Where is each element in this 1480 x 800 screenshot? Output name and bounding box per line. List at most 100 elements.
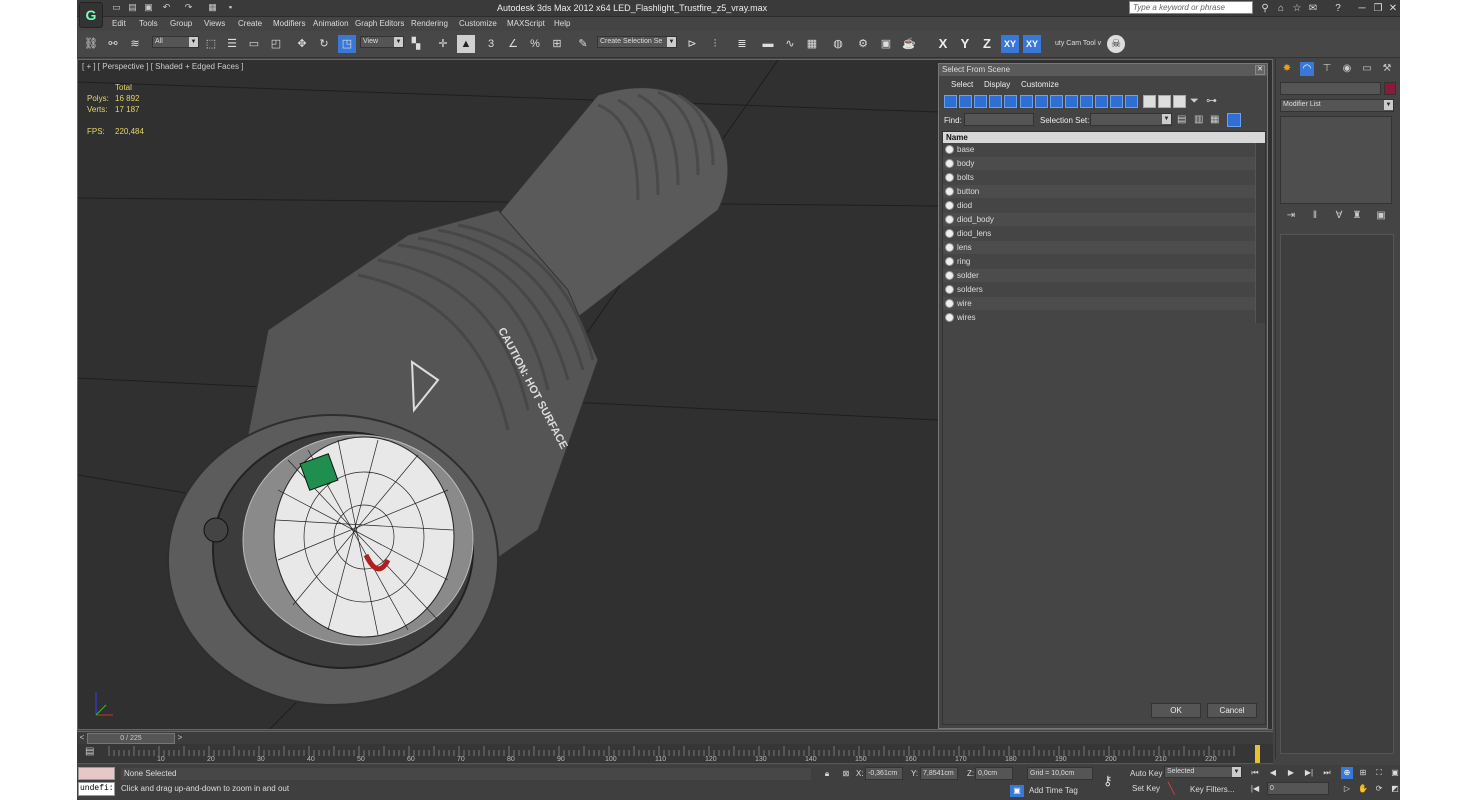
named-selection-sets-dropdown[interactable]: Create Selection Se [597,36,677,48]
z-coord-field[interactable]: 0,0cm [975,767,1013,780]
workspace-icon[interactable]: ▪ [225,2,236,13]
keyboard-shortcut-override-icon[interactable]: ▲ [457,35,475,53]
move-icon[interactable]: ✥ [293,35,311,53]
select-all-icon[interactable]: ▤ [1177,114,1186,125]
list-item[interactable]: diod_lens [943,227,1255,240]
ok-button[interactable]: OK [1151,703,1201,718]
track-bar[interactable]: ▤ 10 20 30 40 50 60 70 80 90 100 110 120… [77,744,1273,764]
filter-icon[interactable]: ⏷ [1190,95,1202,108]
object-name-field[interactable] [1280,82,1381,95]
set-key-filter-icon[interactable]: ╲ [1168,782,1175,795]
menu-create[interactable]: Create [238,19,262,28]
display-hidden-icon[interactable] [1110,95,1123,108]
angle-snap-icon[interactable]: ∠ [504,35,522,53]
project-folder-icon[interactable]: ▦ [207,2,218,13]
minimize-icon[interactable]: ─ [1355,2,1369,15]
select-and-link-icon[interactable]: ⛓ [82,35,100,53]
snap-toggle-icon[interactable]: 3 [482,35,500,53]
help-icon[interactable]: ? [1331,2,1345,15]
constraint-z-button[interactable]: Z [978,35,996,53]
display-cameras-icon[interactable] [989,95,1002,108]
absolute-mode-icon[interactable]: ⊠ [839,768,853,780]
time-slider-thumb[interactable]: 0 / 225 [87,733,175,744]
display-shapes-icon[interactable] [959,95,972,108]
undo-icon[interactable]: ↶ [161,2,172,13]
pin-stack-icon[interactable]: ⇥ [1284,209,1298,223]
sort-icon[interactable] [1173,95,1186,108]
display-tab-icon[interactable]: ▭ [1360,62,1374,76]
menu-modifiers[interactable]: Modifiers [273,19,305,28]
application-button[interactable]: G [79,2,103,28]
dialog-menu-customize[interactable]: Customize [1021,80,1059,89]
menu-graph-editors[interactable]: Graph Editors [355,19,404,28]
rotate-icon[interactable]: ↻ [315,35,333,53]
material-editor-icon[interactable]: ◍ [829,35,847,53]
next-frame-arrow-icon[interactable]: > [175,733,185,744]
curve-editor-icon[interactable]: ∿ [781,35,799,53]
dialog-title[interactable]: Select From Scene [939,64,1267,76]
open-file-icon[interactable]: ▤ [127,2,138,13]
selection-set-dropdown[interactable] [1090,113,1172,126]
select-by-name-icon[interactable]: ☰ [223,35,241,53]
zoom-all-icon[interactable]: ⊞ [1357,767,1369,779]
menu-customize[interactable]: Customize [459,19,497,28]
list-item[interactable]: button [943,185,1255,198]
utilities-tab-icon[interactable]: ⚒ [1380,62,1394,76]
zoom-icon[interactable]: ⊕ [1341,767,1353,779]
current-frame-field[interactable]: 0 [1267,782,1329,795]
configure-modifier-sets-icon[interactable]: ▣ [1374,209,1388,223]
unlink-icon[interactable]: ⚯ [104,35,122,53]
window-crossing-icon[interactable]: ◰ [267,35,285,53]
select-object-icon[interactable]: ⬚ [202,35,220,53]
menu-rendering[interactable]: Rendering [411,19,448,28]
menu-help[interactable]: Help [554,19,570,28]
redo-icon[interactable]: ↷ [183,2,194,13]
maximize-viewport-icon[interactable]: ◩ [1389,783,1400,795]
display-lights-icon[interactable] [974,95,987,108]
render-production-icon[interactable]: ☕ [900,35,918,53]
help-search-input[interactable]: Type a keyword or phrase [1129,1,1253,14]
key-mode-toggle-icon[interactable]: |◀ [1249,783,1261,795]
scale-icon[interactable]: ◳ [338,35,356,53]
column-header-name[interactable]: Name [943,132,1265,143]
display-frozen-icon[interactable] [1095,95,1108,108]
new-file-icon[interactable]: ▭ [111,2,122,13]
list-item[interactable]: bolts [943,171,1255,184]
list-item[interactable]: wires [943,311,1255,324]
rendered-frame-window-icon[interactable]: ▣ [877,35,895,53]
close-icon[interactable]: ✕ [1255,65,1265,75]
plugin-label[interactable]: uty Cam Tool v [1055,40,1101,47]
menu-edit[interactable]: Edit [112,19,126,28]
find-input[interactable] [964,113,1034,126]
pan-icon[interactable]: ✋ [1357,783,1369,795]
list-item[interactable]: wire [943,297,1255,310]
rectangular-selection-icon[interactable]: ▭ [245,35,263,53]
modifier-stack[interactable] [1280,116,1392,204]
select-dependents-icon[interactable] [1227,113,1241,127]
modify-tab-icon[interactable]: ◠ [1300,62,1314,76]
display-none-icon[interactable] [1143,95,1156,108]
maxscript-listener-input[interactable] [78,767,115,780]
spinner-snap-icon[interactable]: ⊞ [548,35,566,53]
cancel-button[interactable]: Cancel [1207,703,1257,718]
pivot-center-icon[interactable]: ▚ [407,35,425,53]
play-icon[interactable]: ▶ [1285,767,1297,779]
hierarchy-tab-icon[interactable]: ⊤ [1320,62,1334,76]
key-filters-button[interactable]: Key Filters... [1190,785,1234,794]
select-manipulate-icon[interactable]: ✛ [434,35,452,53]
schematic-view-icon[interactable]: ▦ [803,35,821,53]
key-icon[interactable]: ⚷ [1103,773,1113,789]
display-helpers-icon[interactable] [1004,95,1017,108]
go-to-end-icon[interactable]: ⏭ [1321,767,1333,779]
display-bones-icon[interactable] [1065,95,1078,108]
constraint-y-button[interactable]: Y [956,35,974,53]
list-item[interactable]: base [943,143,1255,156]
maxscript-listener-output[interactable]: undefi: [78,782,115,796]
percent-snap-icon[interactable]: % [526,35,544,53]
y-coord-field[interactable]: 7,8541cm [920,767,958,780]
save-icon[interactable]: ▣ [143,2,154,13]
list-item[interactable]: lens [943,241,1255,254]
menu-tools[interactable]: Tools [139,19,158,28]
display-geometry-icon[interactable] [944,95,957,108]
modifier-list-dropdown[interactable]: Modifier List [1280,99,1394,112]
